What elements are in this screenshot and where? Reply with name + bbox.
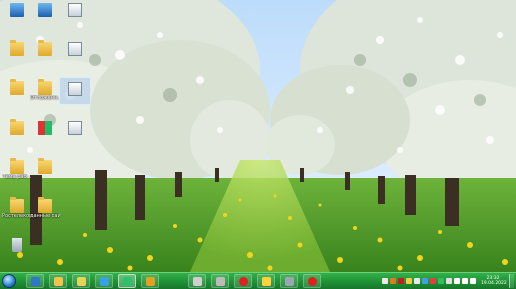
taskbar-button[interactable] bbox=[257, 274, 275, 288]
folder-icon bbox=[10, 197, 24, 213]
taskbar-button[interactable] bbox=[141, 274, 159, 288]
icon-label: данные сайтов ф... bbox=[30, 213, 60, 219]
desktop: Отложенн... Тема раб... Ростелеком Скане… bbox=[0, 0, 516, 272]
camera-icon bbox=[284, 276, 294, 286]
expand-tray-icon[interactable] bbox=[382, 278, 388, 284]
computer-icon bbox=[10, 3, 24, 17]
taskbar-button[interactable] bbox=[303, 274, 321, 288]
app-icon bbox=[68, 82, 82, 96]
app-shortcut[interactable] bbox=[60, 3, 90, 17]
folder-shortcut[interactable] bbox=[30, 158, 60, 174]
trash-icon bbox=[12, 238, 22, 252]
taskbar: 23:32 19.04.2022 bbox=[0, 272, 516, 289]
app-icon[interactable] bbox=[430, 278, 436, 284]
folder-icon bbox=[38, 40, 52, 56]
folder-icon bbox=[38, 197, 52, 213]
tray-icons bbox=[382, 278, 476, 284]
clock-date: 19.04.2022 bbox=[481, 281, 507, 286]
clock[interactable]: 23:32 19.04.2022 bbox=[481, 276, 507, 287]
folder-shortcut[interactable] bbox=[2, 119, 32, 135]
record-icon bbox=[307, 276, 317, 286]
folder-shortcut[interactable]: Тема раб... bbox=[2, 158, 32, 180]
app-icon bbox=[76, 276, 86, 286]
taskbar-button[interactable] bbox=[280, 274, 298, 288]
app-icon[interactable] bbox=[422, 278, 428, 284]
start-button[interactable] bbox=[2, 274, 16, 288]
flag-shortcut[interactable] bbox=[30, 121, 60, 135]
mail-icon bbox=[122, 276, 132, 286]
app-icon bbox=[68, 42, 82, 56]
system-tray: 23:32 19.04.2022 bbox=[382, 274, 514, 288]
show-desktop-button[interactable] bbox=[509, 274, 514, 288]
explorer-icon bbox=[30, 276, 40, 286]
folder-shortcut[interactable]: данные сайтов ф... bbox=[30, 197, 60, 219]
folder-icon bbox=[10, 40, 24, 56]
folder-icon bbox=[10, 79, 24, 95]
network-shortcut[interactable] bbox=[30, 3, 60, 17]
recycle-bin-shortcut[interactable] bbox=[2, 238, 32, 252]
folder-shortcut[interactable] bbox=[30, 40, 60, 56]
media-icon bbox=[215, 276, 225, 286]
network-tray-icon[interactable] bbox=[414, 278, 420, 284]
taskbar-button[interactable] bbox=[211, 274, 229, 288]
security-icon[interactable] bbox=[398, 278, 404, 284]
folder-shortcut[interactable]: Отложенн... bbox=[30, 79, 60, 101]
player-icon bbox=[192, 276, 202, 286]
icon-label: Тема раб... bbox=[2, 174, 32, 180]
flag-icon bbox=[38, 121, 52, 135]
folder-shortcut[interactable] bbox=[2, 40, 32, 56]
icon-label: Отложенн... bbox=[30, 95, 60, 101]
browser-icon bbox=[99, 276, 109, 286]
antivirus-icon[interactable] bbox=[390, 278, 396, 284]
speaker-icon[interactable] bbox=[462, 278, 468, 284]
app-icon bbox=[68, 3, 82, 17]
taskbar-button[interactable] bbox=[49, 274, 67, 288]
flag-icon[interactable] bbox=[454, 278, 460, 284]
selected-app-shortcut[interactable] bbox=[59, 77, 91, 105]
folder-icon bbox=[10, 158, 24, 174]
taskbar-button[interactable] bbox=[234, 274, 252, 288]
record-icon bbox=[238, 276, 248, 286]
folder-icon bbox=[38, 79, 52, 95]
taskbar-button[interactable] bbox=[26, 274, 44, 288]
folder-icon bbox=[53, 276, 63, 286]
battery-icon[interactable] bbox=[470, 278, 476, 284]
taskbar-button[interactable] bbox=[72, 274, 90, 288]
app-icon bbox=[68, 121, 82, 135]
app-icon[interactable] bbox=[438, 278, 444, 284]
network-icon bbox=[38, 3, 52, 17]
app-icon[interactable] bbox=[446, 278, 452, 284]
app-icon bbox=[261, 276, 271, 286]
folder-shortcut[interactable] bbox=[2, 79, 32, 95]
folder-icon bbox=[10, 119, 24, 135]
taskbar-button[interactable] bbox=[118, 274, 136, 288]
icon-label: Ростелеком Сканер... bbox=[2, 213, 32, 219]
app-icon[interactable] bbox=[406, 278, 412, 284]
app-shortcut[interactable] bbox=[60, 121, 90, 135]
taskbar-button[interactable] bbox=[95, 274, 113, 288]
app-shortcut[interactable] bbox=[60, 42, 90, 56]
folder-shortcut[interactable]: Ростелеком Сканер... bbox=[2, 197, 32, 219]
computer-shortcut[interactable] bbox=[2, 3, 32, 17]
taskbar-button[interactable] bbox=[188, 274, 206, 288]
folder-icon bbox=[38, 158, 52, 174]
tools-icon bbox=[145, 276, 155, 286]
